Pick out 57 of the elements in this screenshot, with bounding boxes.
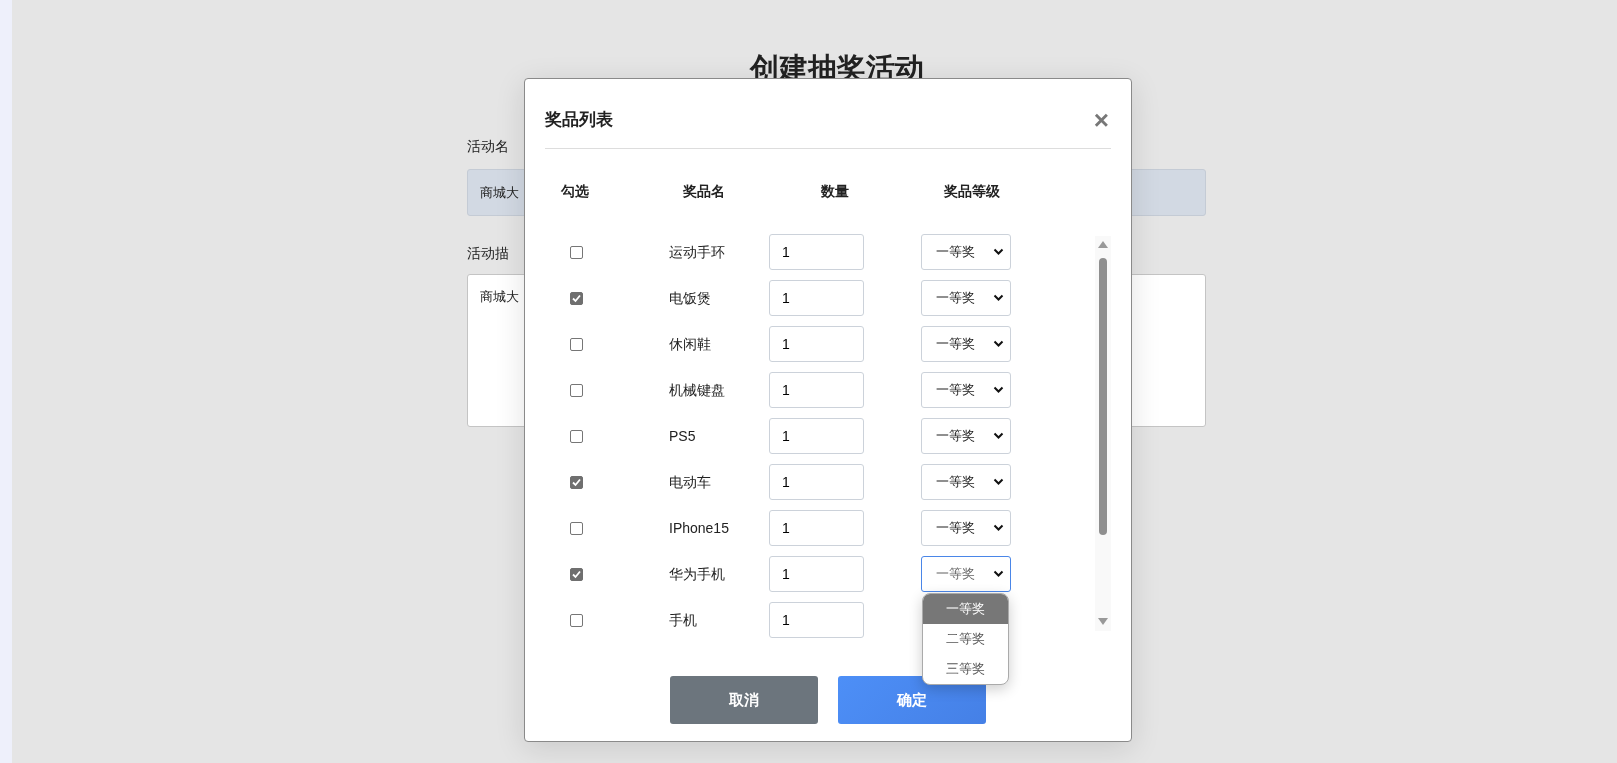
confirm-button[interactable]: 确定 — [838, 676, 986, 724]
checkbox[interactable] — [570, 521, 583, 535]
prize-name: 手机 — [669, 611, 697, 628]
checkbox[interactable] — [570, 613, 583, 627]
checkbox[interactable] — [570, 567, 583, 581]
quantity-input[interactable]: 1 — [769, 602, 864, 638]
column-header: 勾选 — [561, 183, 589, 199]
chevron-down-icon — [993, 294, 1004, 302]
checkbox[interactable] — [570, 383, 583, 397]
prize-name: 运动手环 — [669, 243, 725, 260]
column-header: 奖品等级 — [944, 183, 1000, 199]
checkbox[interactable] — [570, 475, 583, 489]
prize-name: 电动车 — [669, 473, 711, 490]
chevron-down-icon — [993, 386, 1004, 394]
grade-select[interactable]: 一等奖 — [921, 464, 1011, 500]
prize-name: 华为手机 — [669, 565, 725, 582]
scroll-up-icon[interactable] — [1097, 240, 1109, 249]
grade-select[interactable]: 一等奖 — [921, 280, 1011, 316]
scrollbar-thumb[interactable] — [1099, 258, 1107, 535]
chevron-down-icon — [993, 570, 1004, 578]
quantity-input[interactable]: 1 — [769, 464, 864, 500]
quantity-input[interactable]: 1 — [769, 372, 864, 408]
field-label: 活动描 — [467, 245, 509, 261]
quantity-input[interactable]: 1 — [769, 326, 864, 362]
quantity-input[interactable]: 1 — [769, 510, 864, 546]
prize-name: 机械键盘 — [669, 381, 725, 398]
grade-select[interactable]: 一等奖 — [921, 510, 1011, 546]
grade-select[interactable]: 一等奖 — [921, 372, 1011, 408]
prize-name: IPhone15 — [669, 519, 729, 536]
dropdown-option[interactable]: 一等奖 — [923, 594, 1008, 624]
grade-select[interactable]: 一等奖 — [921, 234, 1011, 270]
cancel-button[interactable]: 取消 — [670, 676, 818, 724]
field-label: 活动名 — [467, 138, 509, 154]
checkbox[interactable] — [570, 337, 583, 351]
checkbox[interactable] — [570, 291, 583, 305]
prize-name: 休闲鞋 — [669, 335, 711, 352]
chevron-down-icon — [993, 248, 1004, 256]
checkbox[interactable] — [570, 245, 583, 259]
grade-select[interactable]: 一等奖 — [921, 326, 1011, 362]
quantity-input[interactable]: 1 — [769, 280, 864, 316]
quantity-input[interactable]: 1 — [769, 234, 864, 270]
chevron-down-icon — [993, 524, 1004, 532]
chevron-down-icon — [993, 478, 1004, 486]
column-header: 数量 — [821, 183, 849, 199]
scroll-down-icon[interactable] — [1097, 617, 1109, 626]
prize-name: PS5 — [669, 427, 696, 444]
chevron-down-icon — [993, 432, 1004, 440]
quantity-input[interactable]: 1 — [769, 556, 864, 592]
dropdown-option[interactable]: 二等奖 — [923, 624, 1008, 654]
column-header: 奖品名 — [683, 183, 725, 199]
chevron-down-icon — [993, 340, 1004, 348]
prize-name: 电饭煲 — [669, 289, 711, 306]
close-button[interactable]: × — [1091, 106, 1111, 133]
dialog-title: 奖品列表 — [545, 108, 613, 131]
checkbox[interactable] — [570, 429, 583, 443]
quantity-input[interactable]: 1 — [769, 418, 864, 454]
grade-select[interactable]: 一等奖 — [921, 418, 1011, 454]
